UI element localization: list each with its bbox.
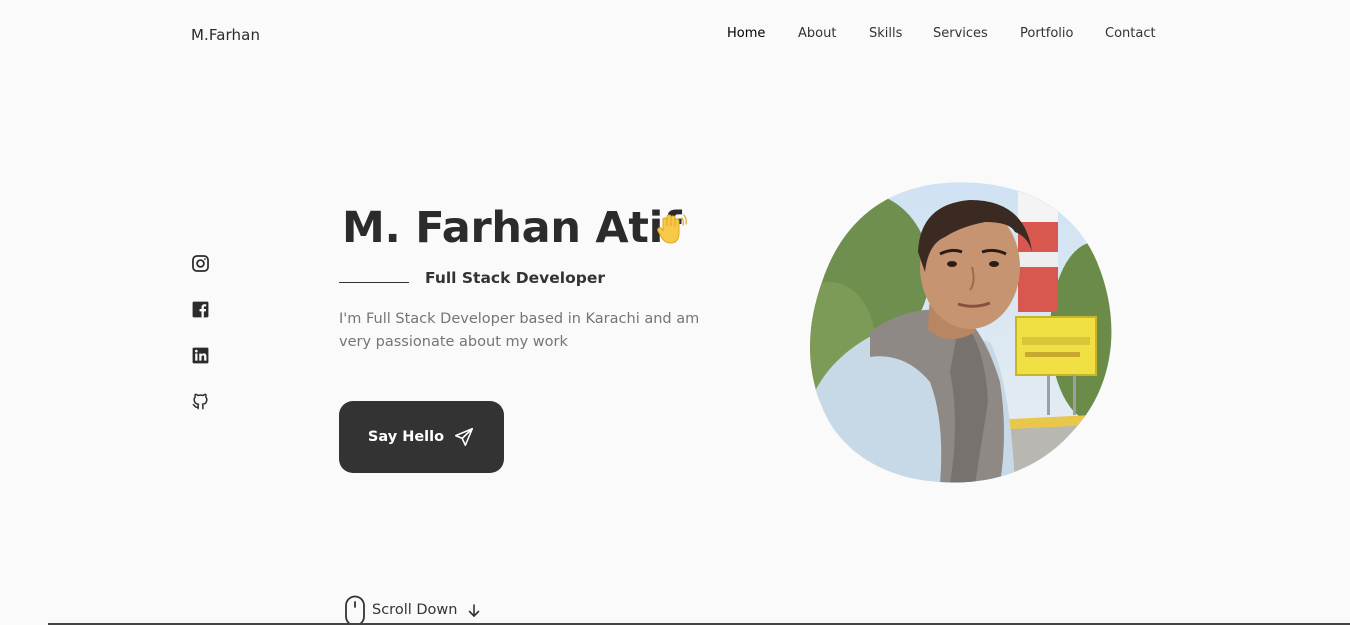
profile-photo <box>810 182 1112 483</box>
hero-subtitle: Full Stack Developer <box>425 269 606 287</box>
linkedin-icon <box>192 347 209 364</box>
instagram-link[interactable] <box>191 254 210 273</box>
facebook-link[interactable] <box>191 300 210 319</box>
instagram-icon <box>192 255 209 272</box>
mouse-icon <box>345 595 365 625</box>
facebook-icon <box>192 301 209 318</box>
logo[interactable]: M.Farhan <box>191 26 260 44</box>
send-icon <box>455 427 474 447</box>
github-link[interactable] <box>191 392 210 411</box>
scroll-down-label: Scroll Down <box>372 602 458 618</box>
nav-home[interactable]: Home <box>727 26 765 41</box>
github-icon <box>192 393 208 410</box>
say-hello-button[interactable]: Say Hello <box>339 401 504 473</box>
waving-hand-icon <box>657 214 687 244</box>
arrow-down-icon <box>468 604 480 617</box>
home-page: M.Farhan Home About Skills Services Port… <box>0 0 1350 625</box>
header: M.Farhan Home About Skills Services Port… <box>0 0 1350 70</box>
nav-portfolio[interactable]: Portfolio <box>1020 26 1073 41</box>
say-hello-label: Say Hello <box>367 429 445 445</box>
linkedin-link[interactable] <box>191 346 210 365</box>
hero-name: M. Farhan Atif <box>342 203 682 253</box>
nav-services[interactable]: Services <box>933 26 988 41</box>
subtitle-divider <box>339 282 409 283</box>
nav-skills[interactable]: Skills <box>869 26 902 41</box>
nav-about[interactable]: About <box>798 26 836 41</box>
hero-description: I'm Full Stack Developer based in Karach… <box>339 311 700 350</box>
nav-contact[interactable]: Contact <box>1105 26 1156 41</box>
